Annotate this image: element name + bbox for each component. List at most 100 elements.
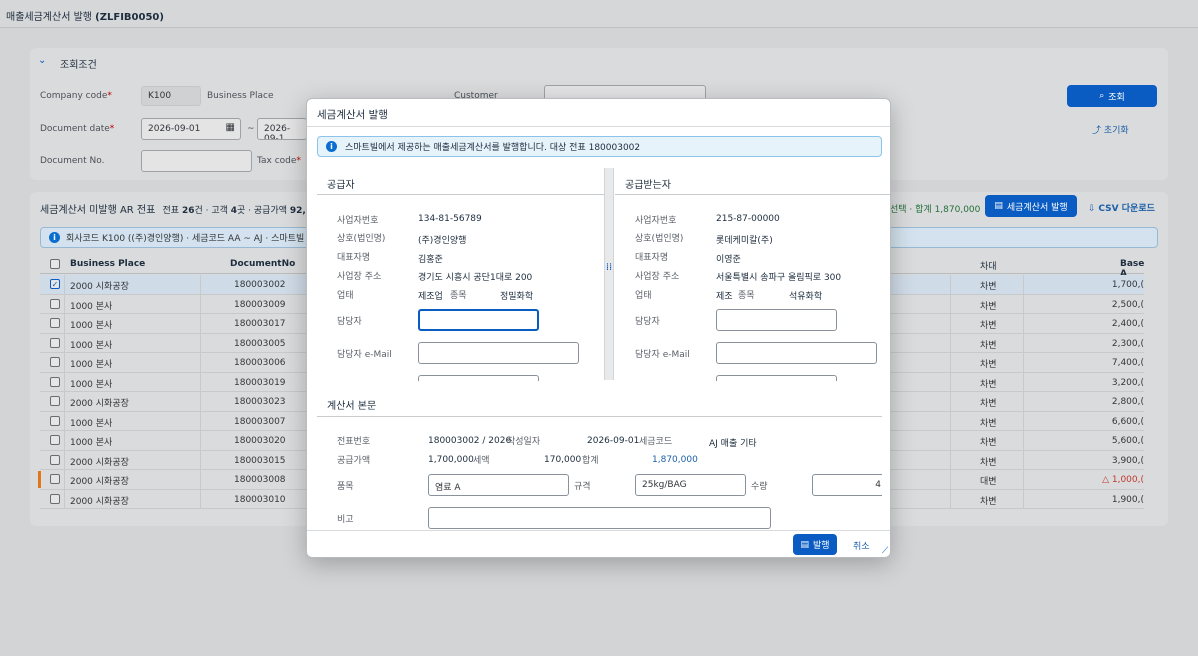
search-icon: ⌕ (1099, 91, 1105, 101)
issue-invoice-button[interactable]: ▤ 세금계산서 발행 (985, 195, 1077, 217)
row-business-place: 2000 시화공장 (70, 399, 129, 409)
dialog-issue-button[interactable]: ▤ 발행 (793, 534, 837, 555)
dialog-info-text: 스마트빌에서 제공하는 매출세금계산서를 발행합니다. 대상 전표 180003… (345, 143, 641, 153)
column-divider (950, 333, 951, 353)
buyer-item-label: 종목 (738, 291, 755, 301)
collapse-chevron-icon[interactable]: ⌄ (38, 55, 46, 66)
column-divider (200, 333, 201, 353)
supplier-company-label: 상호(법인명) (337, 234, 386, 244)
item-label: 품목 (337, 482, 354, 492)
company-code-input[interactable]: K100 (141, 86, 201, 106)
column-divider (200, 353, 201, 372)
supplier-address: 경기도 시흥시 공단1대로 200 (418, 273, 533, 283)
row-document-no: 180003019 (234, 377, 286, 388)
column-divider (64, 431, 65, 450)
supplier-ceo: 김홍준 (418, 255, 443, 265)
supplier-ceo-label: 대표자명 (337, 253, 371, 263)
row-checkbox[interactable] (50, 318, 60, 328)
row-base-amount: △ 1,000,( (1102, 475, 1144, 485)
column-divider (1023, 275, 1024, 294)
buyer-type-label: 업태 (635, 291, 652, 301)
spec-input[interactable]: 25kg/BAG (635, 474, 746, 496)
doc-no-label: 전표번호 (337, 437, 371, 447)
vat-label: 세액 (473, 456, 490, 466)
row-debit-credit: 차변 (980, 418, 997, 429)
row-debit-credit: 차변 (980, 496, 997, 507)
supplier-biz-no: 134-81-56789 (418, 214, 482, 224)
row-business-place: 1000 본사 (70, 301, 113, 312)
supplier-type: 제조업 (418, 292, 443, 302)
document-date-label: Document date* (40, 124, 115, 134)
row-business-place: 1000 본사 (70, 340, 113, 351)
row-base-amount: 7,400,( (1111, 358, 1144, 368)
date-from-input[interactable]: 2026-09-01 ▦ (141, 118, 241, 140)
col-business-place: Business Place (70, 259, 146, 269)
col-document-no: DocumentNo (230, 259, 296, 269)
row-checkbox[interactable] (50, 396, 60, 406)
info-icon: i (326, 141, 337, 152)
row-status-flag (38, 471, 41, 488)
pane-splitter[interactable] (604, 168, 614, 380)
reset-button[interactable]: ⤴ 초기화 (1092, 123, 1129, 136)
column-divider (1023, 294, 1024, 314)
column-divider (64, 372, 65, 392)
row-checkbox[interactable] (50, 415, 60, 426)
buyer-manager-input[interactable] (716, 309, 837, 331)
row-debit-credit: 차변 (980, 282, 997, 292)
column-divider (950, 275, 951, 294)
row-checkbox[interactable] (50, 357, 60, 367)
row-document-no: 180003010 (234, 494, 286, 505)
buyer-extra-input[interactable] (716, 375, 837, 381)
dialog-title: 세금계산서 발행 (317, 109, 388, 121)
row-checkbox[interactable] (50, 376, 60, 387)
row-document-no: 180003023 (234, 397, 286, 407)
col-debit-credit: 차대 (980, 262, 997, 272)
row-checkbox[interactable] (50, 298, 60, 309)
page-titlebar: 매출세금계산서 발행 (ZLFIB0050) (0, 0, 1198, 28)
item-input[interactable]: 염료 A (428, 474, 569, 496)
row-base-amount: 2,800,( (1111, 397, 1144, 407)
column-divider (200, 489, 201, 509)
note-input[interactable] (428, 507, 771, 529)
resize-handle-icon[interactable]: ⟋ (882, 546, 888, 556)
supplier-extra-input[interactable] (418, 375, 539, 381)
supplier-email-input[interactable] (418, 342, 579, 364)
csv-download-button[interactable]: ⇩ CSV 다운로드 (1088, 201, 1155, 214)
column-divider (1023, 353, 1024, 372)
row-business-place: 2000 시화공장 (70, 477, 129, 487)
note-label: 비고 (337, 515, 354, 525)
row-document-no: 180003008 (234, 475, 286, 485)
column-divider (950, 489, 951, 509)
buyer-company: 롯데케미칼(주) (716, 236, 773, 246)
date-to-input[interactable]: 2026-09-1 (257, 118, 307, 140)
row-checkbox[interactable] (50, 474, 60, 484)
supplier-manager-input[interactable] (418, 309, 539, 331)
row-checkbox[interactable] (50, 493, 60, 504)
calendar-icon[interactable]: ▦ (226, 122, 235, 133)
buyer-email-input[interactable] (716, 342, 877, 364)
search-button[interactable]: ⌕ 조회 (1067, 85, 1157, 107)
drag-handle-icon[interactable]: ⁞⁞ (605, 263, 613, 273)
supplier-item-label: 종목 (450, 291, 467, 301)
buyer-heading: 공급받는자 (625, 180, 671, 191)
select-all-checkbox[interactable] (50, 259, 60, 269)
buyer-address: 서울특별시 송파구 올림픽로 300 (716, 273, 842, 283)
column-divider (1023, 314, 1024, 333)
dialog-cancel-button[interactable]: 취소 (853, 539, 870, 552)
column-divider (64, 411, 65, 431)
document-no-input[interactable] (141, 150, 252, 172)
qty-input[interactable]: 4 (812, 474, 890, 496)
column-divider (950, 431, 951, 450)
write-date-value: 2026-09-01 (587, 436, 640, 446)
row-checkbox[interactable] (50, 337, 60, 348)
business-place-label: Business Place (207, 91, 274, 101)
row-debit-credit: 차변 (980, 438, 997, 448)
tax-code-label: Tax code* (257, 156, 301, 166)
row-business-place: 1000 본사 (70, 321, 113, 331)
row-checkbox[interactable] (50, 279, 60, 289)
row-checkbox[interactable] (50, 454, 60, 465)
qty-label: 수량 (751, 482, 768, 492)
supplier-email-label: 담당자 e-Mail (337, 350, 392, 360)
row-checkbox[interactable] (50, 435, 60, 445)
vat-value: 170,000 (544, 455, 582, 465)
